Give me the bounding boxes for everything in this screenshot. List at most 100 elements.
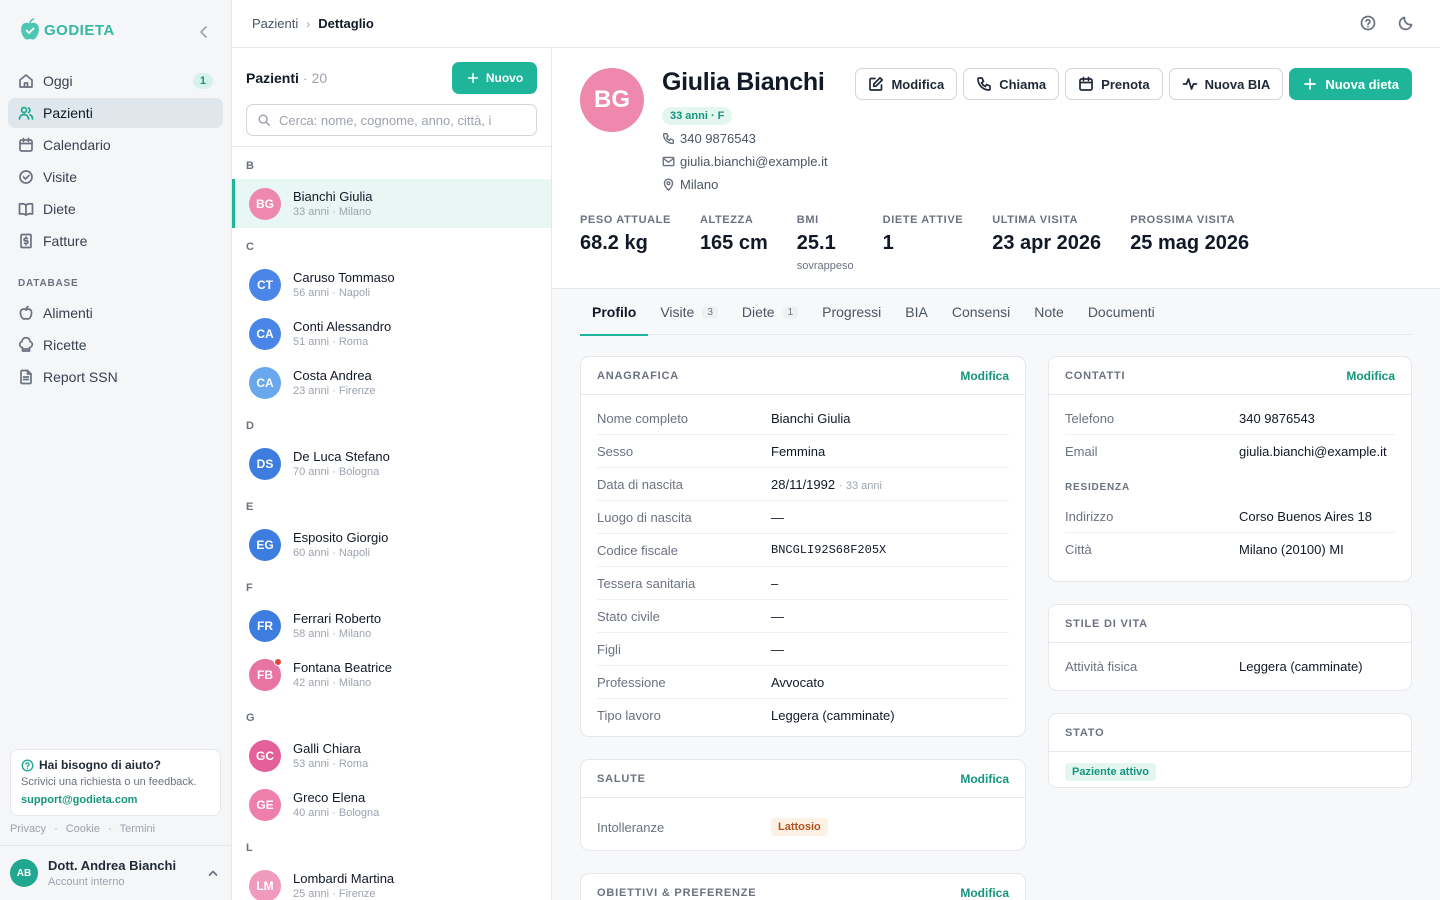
info-row: Email giulia.bianchi@example.it xyxy=(1065,435,1395,468)
tab-visite[interactable]: Visite 3 xyxy=(660,289,718,335)
patient-detail: BG Giulia Bianchi 33 anni · F 340 987654… xyxy=(552,48,1440,900)
age-badge: 33 anni · F xyxy=(662,107,733,125)
sidebar-item-pazienti[interactable]: Pazienti xyxy=(8,98,223,128)
edit-salute-link[interactable]: Modifica xyxy=(960,772,1009,786)
patient-name: Bianchi Giulia xyxy=(293,189,373,204)
patient-actions: Modifica Chiama Prenota Nuova BIA Nuova … xyxy=(855,68,1412,100)
cookie-link[interactable]: Cookie xyxy=(66,823,100,835)
row-value: Leggera (camminate) xyxy=(1239,658,1363,674)
patient-row[interactable]: DS De Luca Stefano 70 anni · Bologna xyxy=(232,439,551,488)
patient-row[interactable]: LM Lombardi Martina 25 anni · Firenze xyxy=(232,861,551,900)
tab-bia[interactable]: BIA xyxy=(905,289,928,335)
user-name: Dott. Andrea Bianchi xyxy=(48,858,177,873)
apple-icon xyxy=(19,305,33,320)
book-button[interactable]: Prenota xyxy=(1065,68,1163,100)
call-button[interactable]: Chiama xyxy=(963,68,1060,100)
patient-list-header: Pazienti · 20 xyxy=(246,70,327,86)
brand-logo[interactable]: GODIETA xyxy=(18,17,115,43)
anagrafica-rows: Nome completo Bianchi Giulia Sesso Femmina D… xyxy=(581,395,1025,732)
patient-avatar: CT xyxy=(249,268,281,301)
sidebar-item-diete[interactable]: Diete xyxy=(8,194,223,224)
user-menu[interactable]: AB Dott. Andrea Bianchi Account interno xyxy=(0,845,231,900)
sidebar-item-fatture[interactable]: Fatture xyxy=(8,226,223,256)
new-diet-button[interactable]: Nuova dieta xyxy=(1289,68,1412,100)
patient-row[interactable]: FB Fontana Beatrice 42 anni · Milano xyxy=(232,650,551,699)
tab-note[interactable]: Note xyxy=(1034,289,1064,335)
card-title: SALUTE xyxy=(597,772,646,785)
plus-icon xyxy=(1304,78,1317,90)
avatar-initials: LM xyxy=(256,878,274,893)
sidebar-item-alimenti[interactable]: Alimenti xyxy=(8,298,223,328)
patient-text: Costa Andrea 23 anni · Firenze xyxy=(293,368,376,397)
phone-value: 340 9876543 xyxy=(680,131,756,146)
info-row: Telefono 340 9876543 xyxy=(1065,402,1395,435)
edit-obiettivi-link[interactable]: Modifica xyxy=(960,886,1009,900)
row-label: Email xyxy=(1065,444,1098,459)
contatti-rows: Telefono 340 9876543 Email giulia.bianchi@… xyxy=(1049,395,1411,566)
patient-text: Caruso Tommaso 56 anni · Napoli xyxy=(293,270,395,299)
patient-name: Galli Chiara xyxy=(293,741,361,756)
support-email-link[interactable]: support@godieta.com xyxy=(21,794,210,806)
stato-body: Paziente attivo xyxy=(1049,752,1411,787)
sidebar-nav: Oggi 1 Pazienti Calendario Visite Diete … xyxy=(8,66,223,394)
stat-value: 23 apr 2026 xyxy=(992,232,1102,254)
new-patient-button[interactable]: Nuovo xyxy=(452,62,537,94)
patient-row[interactable]: GC Galli Chiara 53 anni · Roma xyxy=(232,731,551,780)
help-icon[interactable] xyxy=(1360,15,1376,31)
card-title: STATO xyxy=(1065,726,1105,739)
tab-profilo[interactable]: Profilo xyxy=(579,289,649,336)
patient-row[interactable]: CA Conti Alessandro 51 anni · Roma xyxy=(232,309,551,358)
patient-row[interactable]: CT Caruso Tommaso 56 anni · Napoli xyxy=(232,260,551,309)
call-label: Chiama xyxy=(999,76,1047,92)
row-label: Attività fisica xyxy=(1065,658,1138,674)
sidebar-item-visite[interactable]: Visite xyxy=(8,162,223,192)
tab-documenti[interactable]: Documenti xyxy=(1088,289,1155,335)
patient-name: Costa Andrea xyxy=(293,368,372,383)
tab-count: 1 xyxy=(782,305,799,319)
stat-altezza: ALTEZZA 165 cm xyxy=(700,214,768,272)
avatar-initials: FR xyxy=(257,618,273,633)
patient-row[interactable]: EG Esposito Giorgio 60 anni · Napoli xyxy=(232,520,551,569)
patient-name: Lombardi Martina xyxy=(293,871,395,886)
sidebar-item-oggi[interactable]: Oggi 1 xyxy=(8,66,223,96)
privacy-link[interactable]: Privacy xyxy=(10,823,46,835)
stat-peso-attuale: PESO ATTUALE 68.2 kg xyxy=(580,214,671,272)
edit-anagrafica-link[interactable]: Modifica xyxy=(960,369,1009,383)
info-row: Tipo lavoro Leggera (camminate) xyxy=(597,699,1009,732)
breadcrumb-pazienti[interactable]: Pazienti xyxy=(252,16,298,31)
sidebar-item-report-ssn[interactable]: Report SSN xyxy=(8,362,223,392)
sidebar-item-label: Calendario xyxy=(43,137,111,153)
stat-value: 25 mag 2026 xyxy=(1130,232,1250,254)
patient-meta: 23 anni · Firenze xyxy=(293,385,376,397)
info-row: Sesso Femmina xyxy=(597,435,1009,468)
patient-row[interactable]: GE Greco Elena 40 anni · Bologna xyxy=(232,780,551,829)
patient-name: Esposito Giorgio xyxy=(293,530,389,545)
patient-row[interactable]: FR Ferrari Roberto 58 anni · Milano xyxy=(232,601,551,650)
stat-bmi: BMI 25.1 sovrappeso xyxy=(797,214,854,272)
new-bia-button[interactable]: Nuova BIA xyxy=(1168,68,1284,100)
tab-diete[interactable]: Diete 1 xyxy=(742,289,799,335)
patient-name: Caruso Tommaso xyxy=(293,270,395,285)
help-box: Hai bisogno di aiuto? Scrivici una richi… xyxy=(10,749,221,816)
edit-button[interactable]: Modifica xyxy=(855,68,958,100)
sidebar-item-calendario[interactable]: Calendario xyxy=(8,130,223,160)
chevron-left-icon[interactable] xyxy=(196,24,212,40)
terms-link[interactable]: Termini xyxy=(120,823,155,835)
patient-meta: 51 anni · Roma xyxy=(293,336,369,348)
tab-consensi[interactable]: Consensi xyxy=(952,289,1010,335)
tab-progressi[interactable]: Progressi xyxy=(822,289,881,335)
search-input[interactable] xyxy=(279,112,519,128)
edit-contatti-link[interactable]: Modifica xyxy=(1346,369,1395,383)
home-icon xyxy=(19,74,33,88)
patient-text: Greco Elena 40 anni · Bologna xyxy=(293,790,379,819)
sidebar-item-ricette[interactable]: Ricette xyxy=(8,330,223,360)
info-row: Indirizzo Corso Buenos Aires 18 xyxy=(1065,500,1395,533)
patient-row[interactable]: CA Costa Andrea 23 anni · Firenze xyxy=(232,358,551,407)
patient-avatar: CA xyxy=(249,317,281,350)
group-letter: E xyxy=(246,501,254,513)
patient-name: Giulia Bianchi xyxy=(662,68,825,96)
row-value: Bianchi Giulia xyxy=(771,411,851,426)
moon-icon[interactable] xyxy=(1398,15,1414,31)
edit-icon xyxy=(869,76,884,91)
patient-row[interactable]: BG Bianchi Giulia 33 anni · Milano xyxy=(232,179,551,228)
